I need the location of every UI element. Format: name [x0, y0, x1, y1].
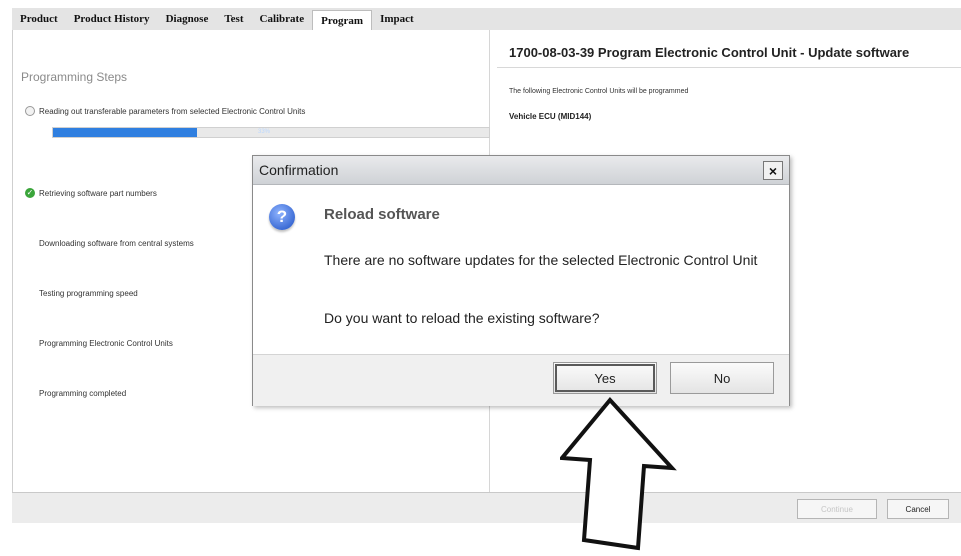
programming-steps-title: Programming Steps [21, 70, 128, 84]
tab-diagnose[interactable]: Diagnose [158, 8, 217, 30]
confirmation-dialog: Confirmation × ? Reload software There a… [252, 155, 790, 406]
up-arrow-icon [560, 396, 677, 551]
step-label: Retrieving software part numbers [39, 188, 157, 198]
tab-calibrate[interactable]: Calibrate [252, 8, 313, 30]
progress-fill: 33% [53, 128, 270, 137]
progress-bar: 33% [52, 127, 490, 138]
step-label: Reading out transferable parameters from… [39, 106, 306, 116]
tab-impact[interactable]: Impact [372, 8, 422, 30]
step-downloading-software: Downloading software from central system… [39, 239, 194, 248]
step-programming-ecus: Programming Electronic Control Units [39, 339, 173, 348]
step-label: Downloading software from central system… [39, 239, 194, 248]
divider [497, 67, 961, 68]
check-icon: ✓ [25, 188, 35, 198]
tab-program[interactable]: Program [312, 10, 373, 30]
step-label: Testing programming speed [39, 289, 138, 298]
step-label: Programming Electronic Control Units [39, 339, 173, 348]
step-retrieving-part-numbers: ✓ Retrieving software part numbers [25, 188, 157, 198]
step-testing-speed: Testing programming speed [39, 289, 138, 298]
dialog-heading: Reload software [324, 206, 440, 223]
continue-button[interactable]: Continue [797, 499, 877, 519]
ecu-name: Vehicle ECU (MID144) [509, 112, 592, 121]
question-icon: ? [269, 204, 295, 230]
tab-product[interactable]: Product [12, 8, 66, 30]
tab-test[interactable]: Test [216, 8, 251, 30]
tab-bar: Product Product History Diagnose Test Ca… [12, 8, 961, 31]
dialog-title: Confirmation [259, 162, 339, 178]
dialog-question: Do you want to reload the existing softw… [324, 310, 600, 326]
page-title: 1700-08-03-39 Program Electronic Control… [509, 45, 910, 60]
close-icon[interactable]: × [763, 161, 783, 180]
programming-description: The following Electronic Control Units w… [509, 88, 689, 95]
no-button[interactable]: No [670, 362, 774, 394]
dialog-titlebar: Confirmation × [253, 156, 789, 185]
tab-product-history[interactable]: Product History [66, 8, 158, 30]
step-programming-completed: Programming completed [39, 389, 126, 398]
step-reading-parameters: Reading out transferable parameters from… [25, 106, 305, 116]
step-label: Programming completed [39, 389, 127, 398]
progress-text: 33% [258, 129, 271, 135]
cancel-button[interactable]: Cancel [887, 499, 949, 519]
step-pending-icon [25, 106, 35, 116]
yes-button[interactable]: Yes [553, 362, 657, 394]
dialog-message: There are no software updates for the se… [324, 252, 758, 268]
